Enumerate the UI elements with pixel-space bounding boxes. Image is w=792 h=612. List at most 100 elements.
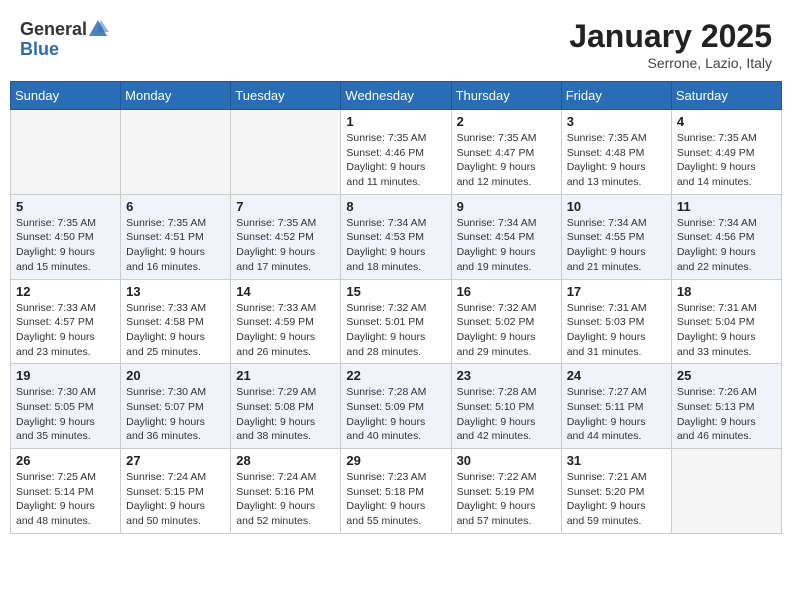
calendar-cell: 23Sunrise: 7:28 AM Sunset: 5:10 PM Dayli… (451, 364, 561, 449)
day-number: 7 (236, 199, 335, 214)
month-title: January 2025 (569, 18, 772, 55)
day-number: 26 (16, 453, 115, 468)
day-number: 11 (677, 199, 776, 214)
calendar-cell: 1Sunrise: 7:35 AM Sunset: 4:46 PM Daylig… (341, 110, 451, 195)
day-number: 29 (346, 453, 445, 468)
calendar-cell: 30Sunrise: 7:22 AM Sunset: 5:19 PM Dayli… (451, 449, 561, 534)
cell-info: Sunrise: 7:31 AM Sunset: 5:03 PM Dayligh… (567, 301, 666, 360)
day-number: 22 (346, 368, 445, 383)
day-number: 6 (126, 199, 225, 214)
cell-info: Sunrise: 7:25 AM Sunset: 5:14 PM Dayligh… (16, 470, 115, 529)
title-block: January 2025 Serrone, Lazio, Italy (569, 18, 772, 71)
day-number: 13 (126, 284, 225, 299)
page-header: General Blue January 2025 Serrone, Lazio… (10, 10, 782, 77)
day-number: 20 (126, 368, 225, 383)
day-number: 27 (126, 453, 225, 468)
calendar-cell: 28 Sunrise: 7:24 AM Sunset: 5:16 PM Dayli… (231, 449, 341, 534)
calendar-week-row: 1Sunrise: 7:35 AM Sunset: 4:46 PM Daylig… (11, 110, 782, 195)
day-number: 28 (236, 453, 335, 468)
calendar-cell (231, 110, 341, 195)
day-number: 3 (567, 114, 666, 129)
cell-info: Sunrise: 7:31 AM Sunset: 5:04 PM Dayligh… (677, 301, 776, 360)
weekday-header-friday: Friday (561, 82, 671, 110)
calendar-cell: 11 Sunrise: 7:34 AM Sunset: 4:56 PM Dayli… (671, 194, 781, 279)
cell-info: Sunrise: 7:24 AM Sunset: 5:16 PM Dayligh… (236, 470, 335, 529)
cell-info: Sunrise: 7:29 AM Sunset: 5:08 PM Dayligh… (236, 385, 335, 444)
weekday-header-wednesday: Wednesday (341, 82, 451, 110)
calendar-week-row: 12Sunrise: 7:33 AM Sunset: 4:57 PM Dayli… (11, 279, 782, 364)
logo-general: General (20, 20, 87, 38)
day-number: 2 (457, 114, 556, 129)
day-number: 12 (16, 284, 115, 299)
day-number: 17 (567, 284, 666, 299)
calendar-cell: 22 Sunrise: 7:28 AM Sunset: 5:09 PM Dayli… (341, 364, 451, 449)
calendar-cell: 20 Sunrise: 7:30 AM Sunset: 5:07 PM Dayli… (121, 364, 231, 449)
calendar-cell: 5 Sunrise: 7:35 AM Sunset: 4:50 PM Daylig… (11, 194, 121, 279)
day-number: 10 (567, 199, 666, 214)
cell-info: Sunrise: 7:26 AM Sunset: 5:13 PM Dayligh… (677, 385, 776, 444)
calendar-week-row: 26 Sunrise: 7:25 AM Sunset: 5:14 PM Dayli… (11, 449, 782, 534)
cell-info: Sunrise: 7:35 AM Sunset: 4:46 PM Dayligh… (346, 131, 445, 190)
cell-info: Sunrise: 7:35 AM Sunset: 4:50 PM Dayligh… (16, 216, 115, 275)
cell-info: Sunrise: 7:35 AM Sunset: 4:52 PM Dayligh… (236, 216, 335, 275)
day-number: 14 (236, 284, 335, 299)
calendar-cell: 26 Sunrise: 7:25 AM Sunset: 5:14 PM Dayli… (11, 449, 121, 534)
cell-info: Sunrise: 7:34 AM Sunset: 4:54 PM Dayligh… (457, 216, 556, 275)
cell-info: Sunrise: 7:35 AM Sunset: 4:48 PM Dayligh… (567, 131, 666, 190)
weekday-header-saturday: Saturday (671, 82, 781, 110)
day-number: 24 (567, 368, 666, 383)
cell-info: Sunrise: 7:22 AM Sunset: 5:19 PM Dayligh… (457, 470, 556, 529)
calendar-cell: 13Sunrise: 7:33 AM Sunset: 4:58 PM Dayli… (121, 279, 231, 364)
cell-info: Sunrise: 7:33 AM Sunset: 4:59 PM Dayligh… (236, 301, 335, 360)
day-number: 4 (677, 114, 776, 129)
calendar-cell: 18 Sunrise: 7:31 AM Sunset: 5:04 PM Dayli… (671, 279, 781, 364)
calendar-cell: 16Sunrise: 7:32 AM Sunset: 5:02 PM Dayli… (451, 279, 561, 364)
cell-info: Sunrise: 7:34 AM Sunset: 4:53 PM Dayligh… (346, 216, 445, 275)
calendar-cell (671, 449, 781, 534)
calendar-cell: 12Sunrise: 7:33 AM Sunset: 4:57 PM Dayli… (11, 279, 121, 364)
calendar-cell: 10 Sunrise: 7:34 AM Sunset: 4:55 PM Dayli… (561, 194, 671, 279)
calendar-cell: 19 Sunrise: 7:30 AM Sunset: 5:05 PM Dayli… (11, 364, 121, 449)
logo-icon (87, 18, 109, 40)
weekday-header-monday: Monday (121, 82, 231, 110)
cell-info: Sunrise: 7:34 AM Sunset: 4:56 PM Dayligh… (677, 216, 776, 275)
cell-info: Sunrise: 7:34 AM Sunset: 4:55 PM Dayligh… (567, 216, 666, 275)
calendar-week-row: 5 Sunrise: 7:35 AM Sunset: 4:50 PM Daylig… (11, 194, 782, 279)
calendar-cell: 6 Sunrise: 7:35 AM Sunset: 4:51 PM Daylig… (121, 194, 231, 279)
calendar-cell: 25 Sunrise: 7:26 AM Sunset: 5:13 PM Dayli… (671, 364, 781, 449)
weekday-header-row: SundayMondayTuesdayWednesdayThursdayFrid… (11, 82, 782, 110)
day-number: 18 (677, 284, 776, 299)
day-number: 9 (457, 199, 556, 214)
day-number: 19 (16, 368, 115, 383)
cell-info: Sunrise: 7:30 AM Sunset: 5:05 PM Dayligh… (16, 385, 115, 444)
calendar-cell: 24 Sunrise: 7:27 AM Sunset: 5:11 PM Dayli… (561, 364, 671, 449)
day-number: 25 (677, 368, 776, 383)
calendar-week-row: 19 Sunrise: 7:30 AM Sunset: 5:05 PM Dayli… (11, 364, 782, 449)
weekday-header-sunday: Sunday (11, 82, 121, 110)
cell-info: Sunrise: 7:21 AM Sunset: 5:20 PM Dayligh… (567, 470, 666, 529)
calendar-cell: 2Sunrise: 7:35 AM Sunset: 4:47 PM Daylig… (451, 110, 561, 195)
calendar-cell: 15 Sunrise: 7:32 AM Sunset: 5:01 PM Dayli… (341, 279, 451, 364)
cell-info: Sunrise: 7:35 AM Sunset: 4:51 PM Dayligh… (126, 216, 225, 275)
calendar-cell: 21 Sunrise: 7:29 AM Sunset: 5:08 PM Dayli… (231, 364, 341, 449)
day-number: 5 (16, 199, 115, 214)
calendar-cell: 4 Sunrise: 7:35 AM Sunset: 4:49 PM Daylig… (671, 110, 781, 195)
cell-info: Sunrise: 7:28 AM Sunset: 5:09 PM Dayligh… (346, 385, 445, 444)
cell-info: Sunrise: 7:32 AM Sunset: 5:02 PM Dayligh… (457, 301, 556, 360)
day-number: 15 (346, 284, 445, 299)
cell-info: Sunrise: 7:23 AM Sunset: 5:18 PM Dayligh… (346, 470, 445, 529)
calendar-cell: 3 Sunrise: 7:35 AM Sunset: 4:48 PM Daylig… (561, 110, 671, 195)
calendar-cell: 14 Sunrise: 7:33 AM Sunset: 4:59 PM Dayli… (231, 279, 341, 364)
cell-info: Sunrise: 7:27 AM Sunset: 5:11 PM Dayligh… (567, 385, 666, 444)
calendar-cell (11, 110, 121, 195)
day-number: 21 (236, 368, 335, 383)
calendar-cell: 7 Sunrise: 7:35 AM Sunset: 4:52 PM Daylig… (231, 194, 341, 279)
cell-info: Sunrise: 7:32 AM Sunset: 5:01 PM Dayligh… (346, 301, 445, 360)
cell-info: Sunrise: 7:24 AM Sunset: 5:15 PM Dayligh… (126, 470, 225, 529)
calendar-cell (121, 110, 231, 195)
calendar-table: SundayMondayTuesdayWednesdayThursdayFrid… (10, 81, 782, 534)
cell-info: Sunrise: 7:30 AM Sunset: 5:07 PM Dayligh… (126, 385, 225, 444)
cell-info: Sunrise: 7:35 AM Sunset: 4:49 PM Dayligh… (677, 131, 776, 190)
day-number: 8 (346, 199, 445, 214)
calendar-cell: 17 Sunrise: 7:31 AM Sunset: 5:03 PM Dayli… (561, 279, 671, 364)
